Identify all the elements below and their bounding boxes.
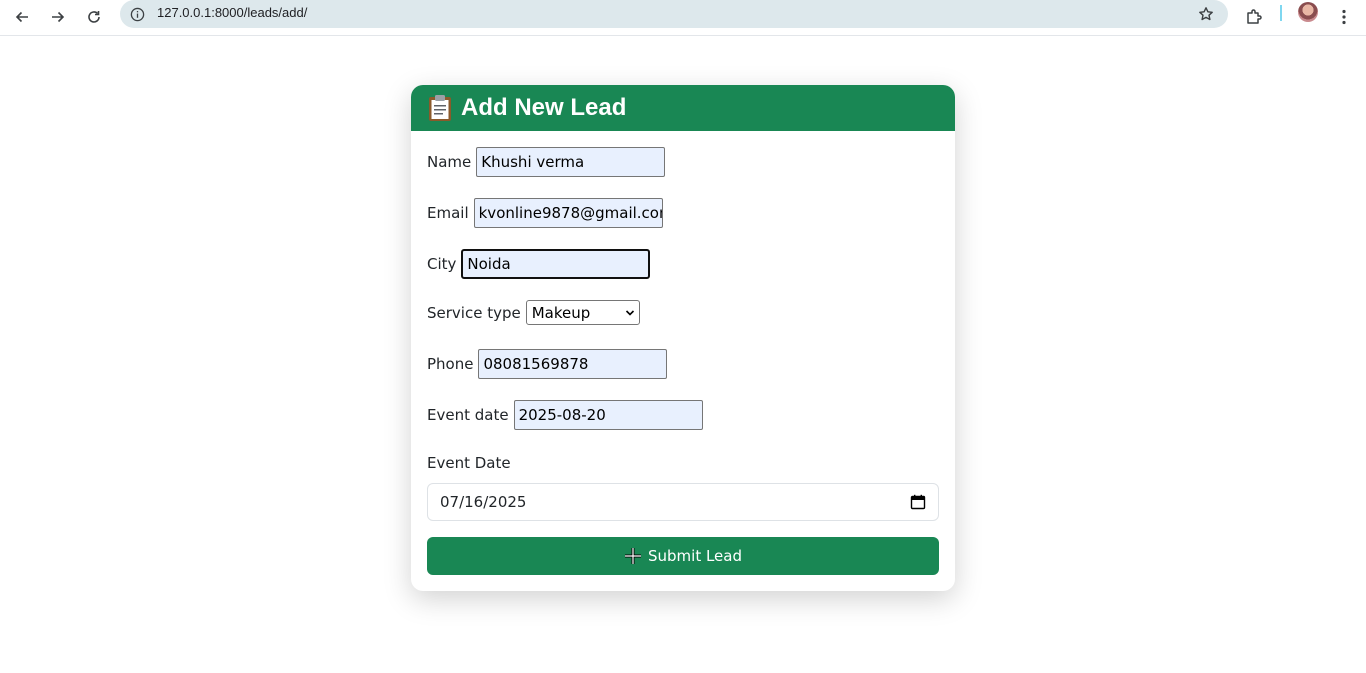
extensions-puzzle-icon[interactable] (1240, 3, 1268, 31)
service-type-label: Service type (427, 303, 521, 322)
email-label: Email (427, 204, 469, 222)
reload-icon[interactable] (80, 3, 108, 31)
city-label: City (427, 255, 457, 273)
back-arrow-icon[interactable] (8, 3, 36, 31)
event-date-text-field-group: Event date 2025-08-20 (427, 400, 703, 430)
profile-avatar[interactable] (1298, 2, 1318, 22)
event-date-picker-label: Event Date (427, 454, 511, 472)
email-input[interactable]: kvonline9878@gmail.com (473, 198, 663, 228)
service-type-selected: Makeup (531, 303, 591, 322)
service-type-select[interactable]: Makeup (525, 300, 640, 325)
city-input[interactable]: Noida (461, 249, 651, 279)
name-field-group: Name Khushi verma (427, 147, 666, 177)
phone-label: Phone (427, 355, 474, 373)
card-header: Add New Lead (411, 85, 955, 131)
service-type-field-group: Service type Makeup (427, 300, 640, 325)
browser-toolbar: 127.0.0.1:8000/leads/add/ (0, 0, 1366, 36)
site-info-icon[interactable] (128, 5, 146, 23)
submit-lead-label: Submit Lead (647, 547, 742, 565)
plus-icon (624, 548, 641, 564)
phone-input[interactable]: 08081569878 (478, 349, 668, 379)
submit-lead-button[interactable]: Submit Lead (427, 537, 939, 575)
chevron-down-icon (625, 309, 634, 316)
event-date-text-label: Event date (427, 406, 509, 424)
bookmark-star-icon[interactable] (1196, 4, 1216, 24)
email-field-group: Email kvonline9878@gmail.com (427, 198, 663, 228)
forward-arrow-icon[interactable] (44, 3, 72, 31)
event-date-text-input[interactable]: 2025-08-20 (513, 400, 703, 430)
kebab-menu-icon[interactable] (1330, 3, 1358, 31)
name-input[interactable]: Khushi verma (476, 147, 666, 177)
calendar-icon[interactable] (910, 494, 926, 510)
toolbar-divider (1280, 5, 1282, 21)
clipboard-icon (427, 94, 453, 122)
form-title: Add New Lead (461, 94, 627, 121)
phone-field-group: Phone 08081569878 (427, 349, 668, 379)
event-date-picker-input[interactable]: 07/16/2025 (427, 483, 939, 521)
address-url[interactable]: 127.0.0.1:8000/leads/add/ (157, 5, 307, 20)
city-field-group: City Noida (427, 249, 651, 279)
event-date-picker-value: 07/16/2025 (440, 493, 527, 511)
name-label: Name (427, 153, 472, 171)
address-bar[interactable]: 127.0.0.1:8000/leads/add/ (120, 0, 1228, 28)
add-lead-card: Add New Lead Name Khushi verma Email kvo… (411, 85, 955, 591)
